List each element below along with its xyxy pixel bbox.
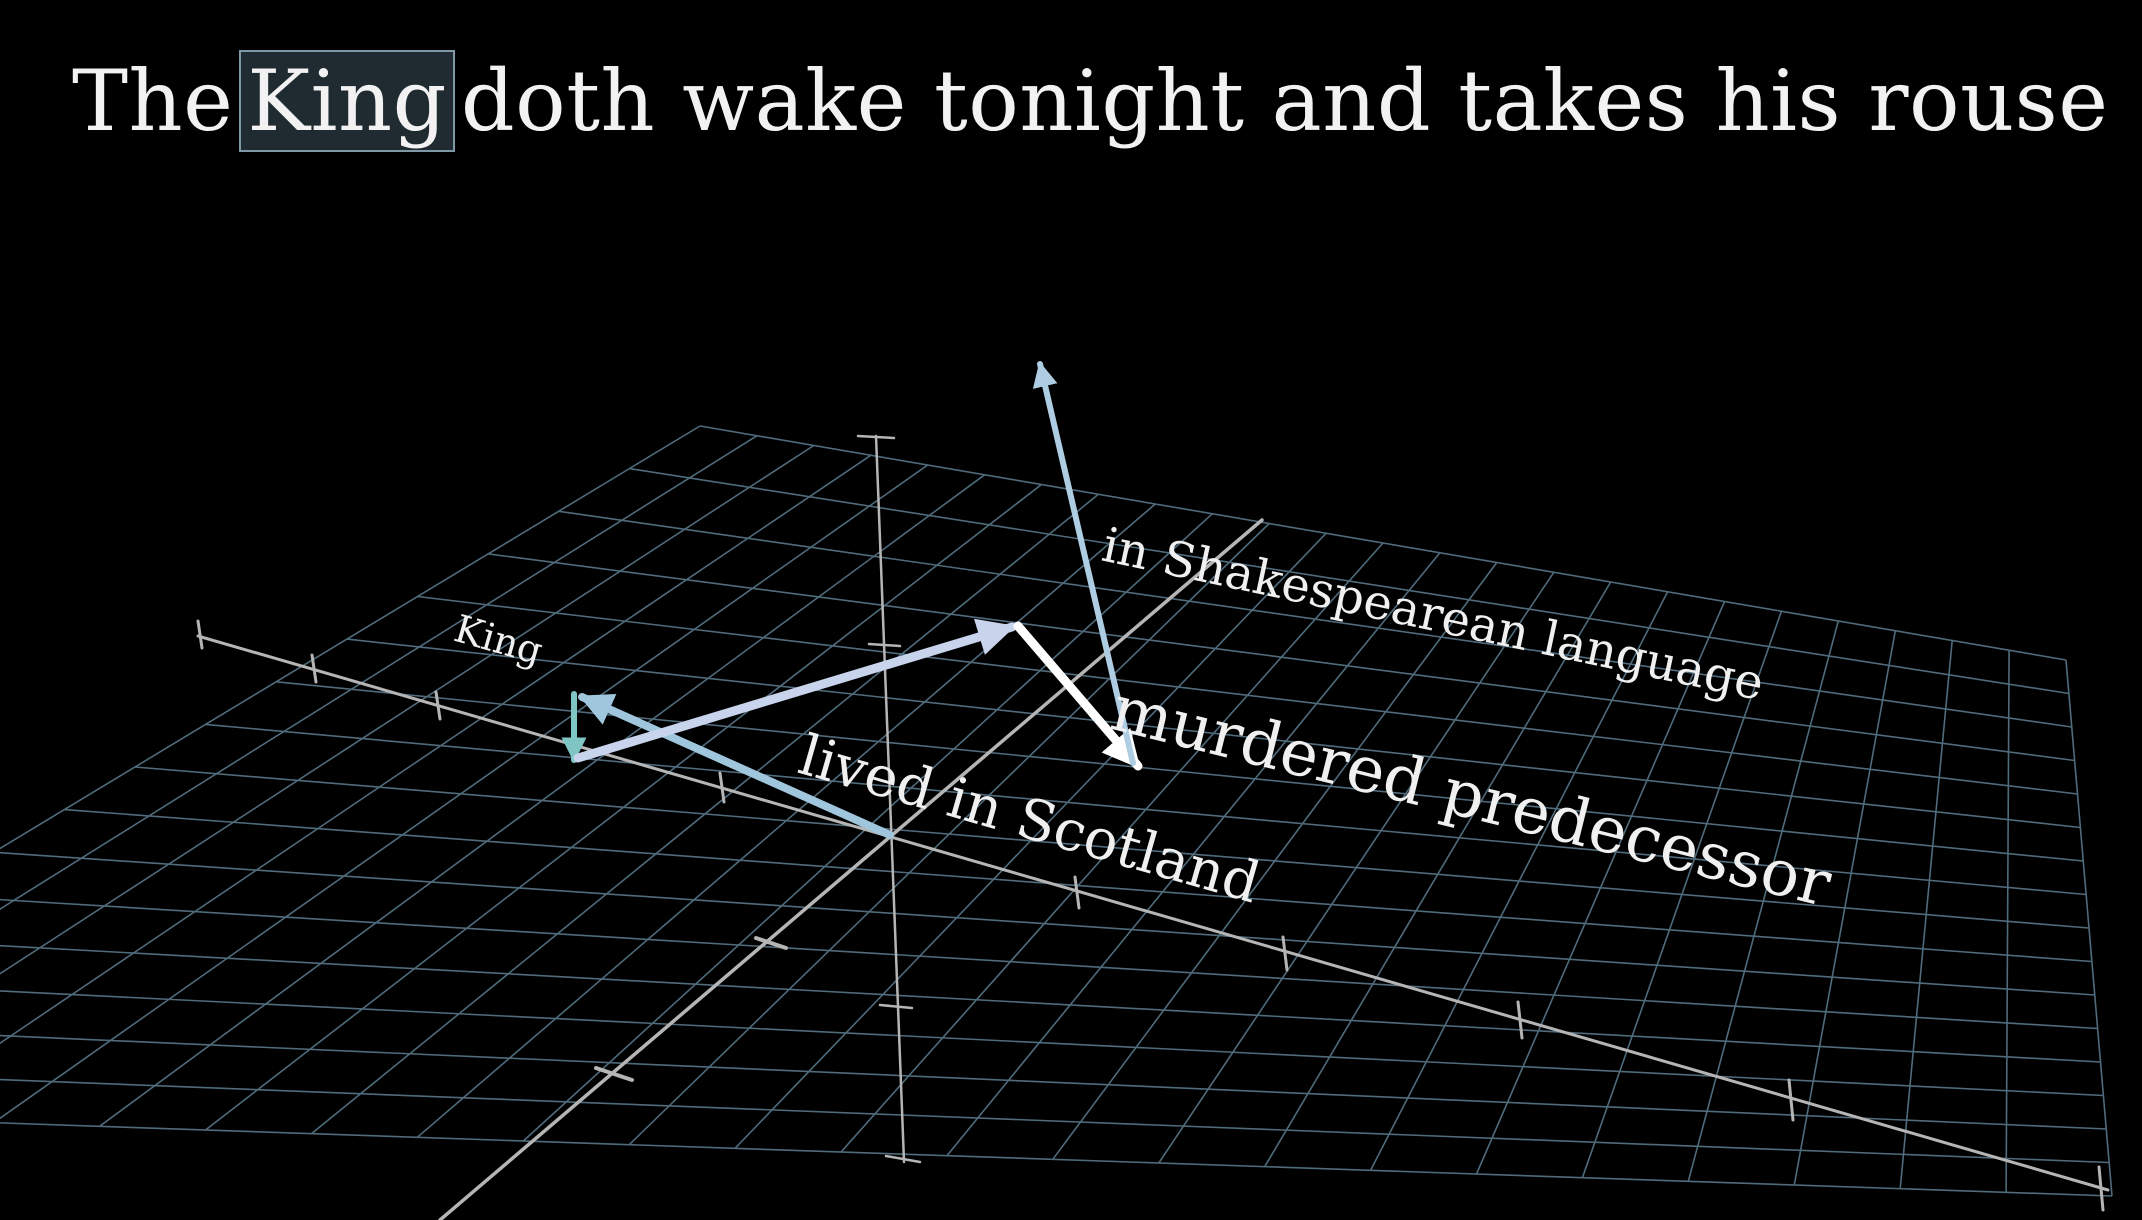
label-in-shakespearean-language: in Shakespearean language: [1098, 517, 1769, 712]
grid-line: [0, 990, 2104, 1097]
label-king: King: [450, 606, 548, 673]
embedding-space-3d-plot: King lived in Scotland in Shakespearean …: [0, 361, 2113, 1220]
grid-line: [0, 425, 701, 850]
grid-line: [0, 898, 2098, 1030]
grid-line: [0, 1034, 2107, 1130]
vector-in-shakespearean-language: [573, 618, 1017, 763]
grid-line: [0, 454, 872, 1045]
